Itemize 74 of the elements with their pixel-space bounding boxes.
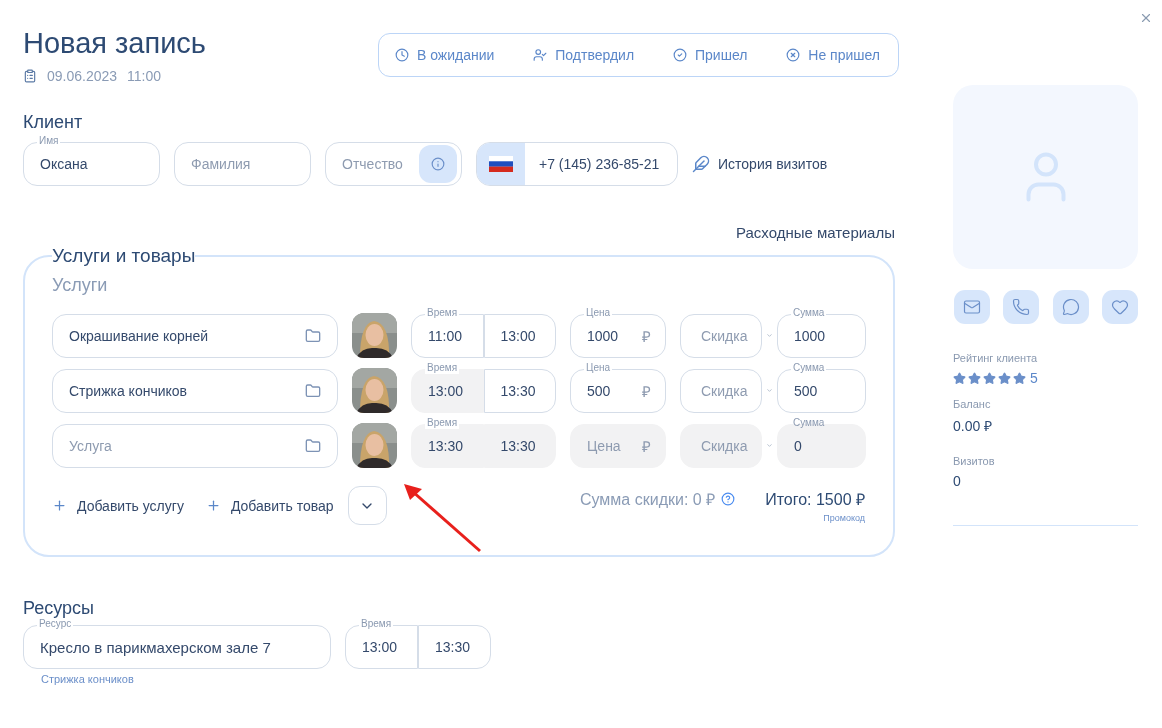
close-icon — [1139, 11, 1153, 25]
info-button[interactable] — [419, 145, 457, 183]
star-icon — [953, 371, 966, 385]
page-title: Новая запись — [23, 27, 206, 59]
email-icon — [963, 298, 981, 316]
visits-label: Визитов — [953, 455, 996, 467]
promo-code-link[interactable]: Промокод — [823, 513, 865, 523]
end-time-field[interactable]: 13:30 — [418, 625, 491, 669]
discount-total: Сумма скидки: 0 ₽ — [579, 490, 716, 510]
service-field[interactable]: Окрашивание корней — [52, 313, 338, 358]
field-label: Цена — [584, 361, 613, 374]
field-label: Цена — [584, 306, 613, 319]
section-heading: Клиент — [23, 111, 84, 133]
status-tab[interactable]: В ожидании — [391, 43, 499, 67]
visit-history-link[interactable]: История визитов — [692, 155, 828, 173]
subsection-title: Услуги — [52, 275, 109, 296]
resource-note: Стрижка кончиков — [41, 673, 135, 685]
feather-icon — [692, 155, 710, 173]
field-label: Время — [359, 618, 394, 630]
visits-value: 0 — [953, 473, 962, 489]
check-circle-icon — [673, 48, 687, 62]
chat-icon — [1061, 298, 1080, 316]
chat-button[interactable] — [1052, 290, 1089, 324]
field-label: Сумма — [791, 306, 827, 319]
status-tab[interactable]: Не пришел — [782, 43, 884, 67]
caret-icon — [766, 442, 773, 449]
status-tab[interactable]: Пришел — [669, 43, 752, 67]
clipboard-icon — [23, 69, 37, 83]
folder-icon — [305, 327, 321, 344]
star-icon — [1013, 371, 1026, 385]
balance-value: 0.00 ₽ — [953, 417, 994, 435]
star-icon — [998, 371, 1011, 385]
field-label: Ресурс — [37, 618, 74, 630]
appointment-date: 09.06.2023 — [47, 68, 118, 84]
plus-icon — [205, 498, 221, 513]
rating-label: Рейтинг клиента — [953, 352, 1039, 364]
consumables-link[interactable]: Расходные материалы — [736, 224, 895, 241]
total-amount: Итого: 1500 ₽ — [765, 490, 865, 510]
user-check-icon — [533, 48, 548, 62]
x-circle-icon — [786, 48, 801, 62]
add-service-button[interactable]: Добавить услугу — [52, 497, 184, 514]
service-field[interactable]: Стрижка кончиков — [52, 368, 338, 413]
end-time-field[interactable]: 13:00 — [483, 313, 556, 358]
clock-icon — [395, 48, 409, 62]
status-tab[interactable]: Подтвердил — [529, 43, 639, 67]
caret-icon — [766, 332, 773, 339]
balance-label: Баланс — [953, 398, 992, 410]
field-label: Сумма — [791, 361, 827, 374]
plus-icon — [52, 498, 67, 513]
field-label: Время — [425, 361, 460, 374]
help-icon — [721, 492, 736, 506]
heart-button[interactable] — [1102, 290, 1138, 324]
country-select[interactable] — [477, 143, 525, 185]
phone-button[interactable] — [1003, 290, 1040, 324]
field-label: Время — [425, 416, 460, 429]
caret-icon — [766, 387, 773, 394]
section-heading: Ресурсы — [23, 597, 95, 619]
star-icon — [983, 371, 996, 385]
rating-value: 5 — [1030, 370, 1038, 386]
add-product-button[interactable]: Добавить товар — [205, 497, 334, 514]
flag-icon — [489, 156, 513, 172]
folder-icon — [305, 437, 321, 454]
phone-field[interactable]: +7 (145) 236-85-21 — [476, 142, 678, 186]
end-time-field[interactable]: 13:30 — [483, 368, 556, 413]
phone-icon — [1012, 298, 1031, 316]
field-label: Имя — [37, 135, 61, 147]
folder-icon — [305, 382, 321, 399]
star-icon — [968, 371, 981, 385]
email-button[interactable] — [954, 290, 990, 324]
appointment-time: 11:00 — [127, 68, 162, 84]
heart-icon — [1111, 298, 1129, 316]
info-icon — [431, 157, 445, 171]
field-label: Время — [425, 306, 460, 319]
section-title: Услуги и товары — [52, 245, 196, 267]
